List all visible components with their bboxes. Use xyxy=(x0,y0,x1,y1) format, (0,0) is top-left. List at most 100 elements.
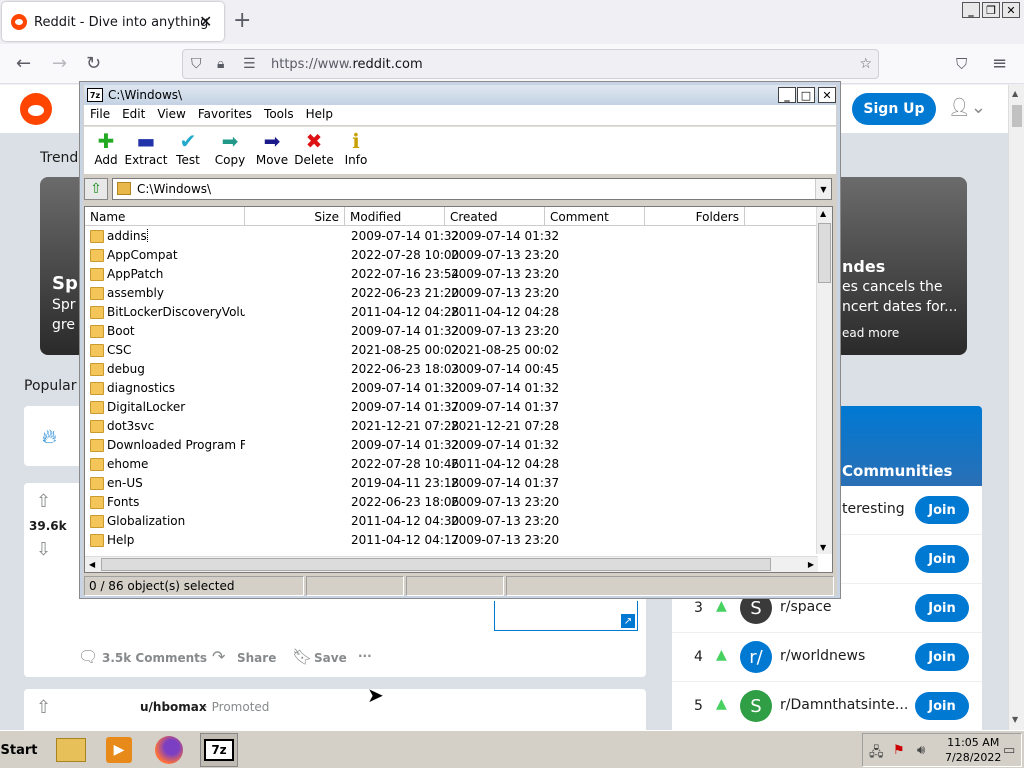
add-button[interactable]: ✚ Add xyxy=(84,129,128,173)
sevenzip-close-button[interactable]: ✕ xyxy=(818,87,836,103)
file-row[interactable]: diagnostics 2009-07-14 01:32 2009-07-14 01… xyxy=(85,379,820,398)
column-name[interactable]: Name xyxy=(85,207,245,226)
community-name[interactable]: r/space xyxy=(780,599,832,615)
column-folders[interactable]: Folders xyxy=(645,207,745,226)
file-name[interactable]: Help xyxy=(107,533,245,547)
volume-icon[interactable]: 🔊︎ xyxy=(917,743,925,758)
sevenzip-taskbar-icon[interactable]: 7z xyxy=(200,733,238,767)
file-name[interactable]: debug xyxy=(107,362,245,376)
minimize-button[interactable]: _ xyxy=(962,2,980,18)
external-link-icon[interactable]: ↗ xyxy=(621,614,635,628)
column-size[interactable]: Size xyxy=(245,207,345,226)
file-row[interactable]: assembly 2022-06-23 21:20 2009-07-13 23:20 xyxy=(85,284,820,303)
file-name[interactable]: assembly xyxy=(107,286,245,300)
more-options-button[interactable]: ··· xyxy=(358,649,372,663)
community-name[interactable]: teresting xyxy=(842,501,905,517)
page-info-icon[interactable]: ☰ xyxy=(243,56,256,72)
restore-button[interactable]: ❐ xyxy=(982,2,1000,18)
file-row[interactable]: AppPatch 2022-07-16 23:54 2009-07-13 23:20 xyxy=(85,265,820,284)
file-name[interactable]: en-US xyxy=(107,476,245,490)
file-name[interactable]: Globalization xyxy=(107,514,245,528)
tab-close-button[interactable]: ✕ xyxy=(199,12,212,31)
community-row[interactable]: 5 ▲ S r/Damnthatsinte... Join xyxy=(672,682,982,730)
address-path[interactable]: C:\Windows\ xyxy=(137,182,211,196)
scroll-up-icon[interactable]: ▲ xyxy=(820,209,826,218)
scroll-down-icon[interactable]: ▼ xyxy=(820,543,826,552)
community-name[interactable]: r/worldnews xyxy=(780,648,865,664)
up-folder-icon[interactable]: ⇧ xyxy=(84,178,108,200)
address-combo[interactable]: C:\Windows\ ▼ xyxy=(112,178,832,200)
column-comment[interactable]: Comment xyxy=(545,207,645,226)
sevenzip-minimize-button[interactable]: _ xyxy=(778,87,796,103)
extract-button[interactable]: ▬ Extract xyxy=(124,129,168,173)
upvote-icon[interactable]: ⇧ xyxy=(36,491,51,512)
firefox-taskbar-icon[interactable] xyxy=(150,733,188,767)
file-name[interactable]: BitLockerDiscoveryVolu... xyxy=(107,305,245,319)
browser-tab[interactable]: Reddit - Dive into anything ✕ xyxy=(2,2,224,41)
user-menu-icon[interactable]: 👤︎⌄ xyxy=(948,97,986,118)
file-row[interactable]: Help 2011-04-12 04:17 2009-07-13 23:20 xyxy=(85,531,820,550)
column-created[interactable]: Created xyxy=(445,207,545,226)
upvote-icon[interactable]: ⇧ xyxy=(36,697,51,718)
hamburger-menu-icon[interactable]: ≡ xyxy=(992,53,1007,74)
file-row[interactable]: Globalization 2011-04-12 04:30 2009-07-13 … xyxy=(85,512,820,531)
file-name[interactable]: CSC xyxy=(107,343,245,357)
trending-card-right[interactable]: ndes es cancels the ncert dates for... e… xyxy=(830,177,967,355)
file-row[interactable]: debug 2022-06-23 18:03 2009-07-14 00:45 xyxy=(85,360,820,379)
join-button[interactable]: Join xyxy=(915,643,969,671)
file-row[interactable]: Boot 2009-07-14 01:32 2009-07-13 23:20 xyxy=(85,322,820,341)
delete-button[interactable]: ✖ Delete xyxy=(292,129,336,173)
share-button[interactable]: Share xyxy=(237,651,276,665)
file-name[interactable]: diagnostics xyxy=(107,381,245,395)
scrollbar-thumb[interactable] xyxy=(1012,105,1022,127)
shield-icon[interactable]: ⛉ xyxy=(191,56,202,72)
file-row[interactable]: Downloaded Program F... 2009-07-14 01:32 2… xyxy=(85,436,820,455)
file-row[interactable]: DigitalLocker 2009-07-14 01:37 2009-07-14 … xyxy=(85,398,820,417)
promoted-user[interactable]: u/hbomax xyxy=(140,700,207,714)
file-name[interactable]: Downloaded Program F... xyxy=(107,438,245,452)
copy-button[interactable]: ➡ Copy xyxy=(208,129,252,173)
join-button[interactable]: Join xyxy=(915,545,969,573)
file-row[interactable]: AppCompat 2022-07-28 10:00 2009-07-13 23:2… xyxy=(85,246,820,265)
forward-arrow-icon[interactable]: → xyxy=(52,53,67,74)
list-horizontal-scrollbar[interactable]: ◀ ▶ xyxy=(85,556,818,572)
file-row[interactable]: addins 2009-07-14 01:32 2009-07-14 01:32 xyxy=(85,227,820,246)
start-button[interactable]: Start xyxy=(1,734,38,766)
comments-link[interactable]: 3.5k Comments xyxy=(102,651,207,665)
close-window-button[interactable]: ✕ xyxy=(1002,2,1020,18)
pocket-icon[interactable]: ⛉ xyxy=(956,55,967,73)
lock-icon[interactable]: 🔒︎ xyxy=(217,56,224,72)
post-link-preview[interactable]: ↗ xyxy=(494,601,638,631)
list-vertical-scrollbar[interactable]: ▲ ▼ xyxy=(816,207,832,554)
back-arrow-icon[interactable]: ← xyxy=(16,53,31,74)
menu-edit[interactable]: Edit xyxy=(116,105,151,125)
info-button[interactable]: ℹ Info xyxy=(334,129,378,173)
media-player-taskbar-icon[interactable]: ▶ xyxy=(100,733,138,767)
sevenzip-titlebar[interactable]: 7z C:\Windows\ _ □ ✕ xyxy=(84,85,836,105)
file-row[interactable]: en-US 2019-04-11 23:18 2009-07-14 01:37 xyxy=(85,474,820,493)
file-name[interactable]: ehome xyxy=(107,457,245,471)
menu-file[interactable]: File xyxy=(84,105,116,125)
file-row[interactable]: Fonts 2022-06-23 18:06 2009-07-13 23:20 xyxy=(85,493,820,512)
show-desktop-icon[interactable]: ▭ xyxy=(1003,743,1015,758)
url-bar[interactable]: ⛉ 🔒︎ ☰ https://www.reddit.com ☆ xyxy=(182,49,879,79)
downvote-icon[interactable]: ⇩ xyxy=(36,539,51,560)
column-modified[interactable]: Modified xyxy=(345,207,445,226)
security-alert-icon[interactable]: ⚑ xyxy=(893,743,905,758)
file-name[interactable]: dot3svc xyxy=(107,419,245,433)
chevron-down-icon[interactable]: ▼ xyxy=(815,179,831,199)
scroll-down-icon[interactable]: ▼ xyxy=(1012,715,1018,724)
scroll-left-icon[interactable]: ◀ xyxy=(89,560,95,569)
menu-favorites[interactable]: Favorites xyxy=(192,105,258,125)
explorer-taskbar-icon[interactable] xyxy=(52,733,90,767)
file-name[interactable]: Fonts xyxy=(107,495,245,509)
file-row[interactable]: BitLockerDiscoveryVolu... 2011-04-12 04:2… xyxy=(85,303,820,322)
file-name[interactable]: addins xyxy=(107,229,245,243)
file-name[interactable]: AppCompat xyxy=(107,248,245,262)
menu-help[interactable]: Help xyxy=(300,105,339,125)
file-name[interactable]: Boot xyxy=(107,324,245,338)
test-button[interactable]: ✔ Test xyxy=(166,129,210,173)
hot-flame-icon[interactable]: 🔥︎ xyxy=(42,424,57,448)
join-button[interactable]: Join xyxy=(915,496,969,524)
vertical-scroll-thumb[interactable] xyxy=(818,223,831,283)
